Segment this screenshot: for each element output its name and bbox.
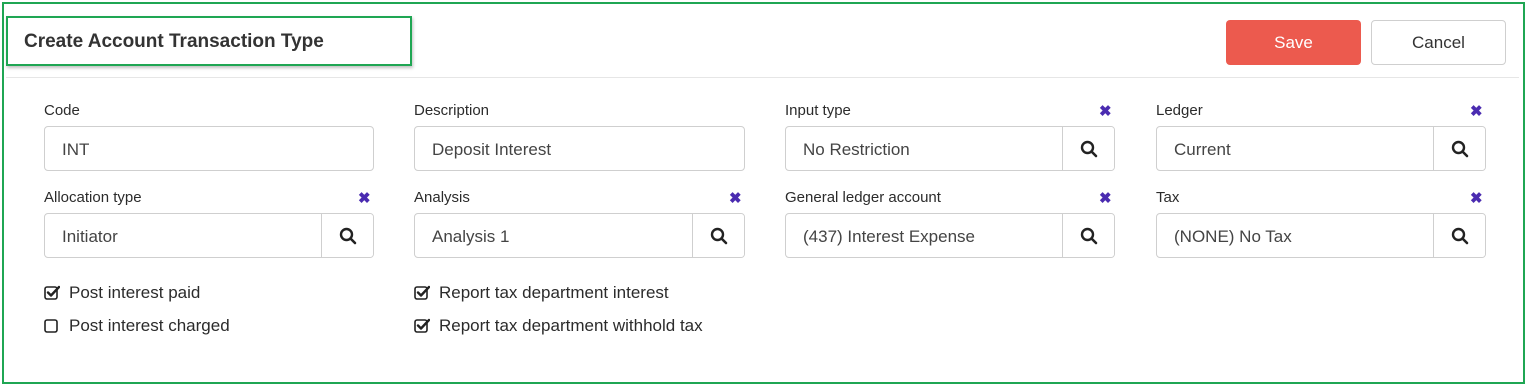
allocation-type-search-button[interactable] (321, 214, 373, 257)
allocation-type-label: Allocation type (44, 189, 142, 206)
code-value: INT (62, 140, 90, 159)
close-x-icon[interactable]: ✖ (1099, 191, 1112, 206)
code-label: Code (44, 102, 80, 119)
general-ledger-account-field[interactable]: (437) Interest Expense (785, 213, 1115, 258)
ledger-label: Ledger (1156, 102, 1203, 119)
post-interest-paid-option: Post interest paid (44, 283, 200, 303)
input-type-label: Input type (785, 102, 851, 119)
close-x-icon[interactable]: ✖ (358, 191, 371, 206)
search-icon (710, 227, 727, 244)
allocation-type-value: Initiator (62, 227, 118, 246)
input-type-value: No Restriction (803, 140, 910, 159)
search-icon (1080, 227, 1097, 244)
tax-search-button[interactable] (1433, 214, 1485, 257)
report-tax-department-withhold-tax-checkbox[interactable] (414, 318, 430, 334)
analysis-label: Analysis (414, 189, 470, 206)
save-button[interactable]: Save (1226, 20, 1361, 65)
search-icon (339, 227, 356, 244)
general-ledger-account-value: (437) Interest Expense (803, 227, 975, 246)
code-field[interactable]: INT (44, 126, 374, 171)
cancel-button[interactable]: Cancel (1371, 20, 1506, 65)
description-value: Deposit Interest (432, 140, 552, 159)
post-interest-paid-label: Post interest paid (69, 283, 201, 302)
analysis-field[interactable]: Analysis 1 (414, 213, 745, 258)
close-x-icon[interactable]: ✖ (1470, 104, 1483, 119)
post-interest-paid-checkbox[interactable] (44, 285, 60, 301)
search-icon (1080, 140, 1097, 157)
description-label: Description (414, 102, 490, 119)
general-ledger-account-search-button[interactable] (1062, 214, 1114, 257)
analysis-search-button[interactable] (692, 214, 744, 257)
checkbox-unchecked-icon (44, 319, 58, 333)
allocation-type-field[interactable]: Initiator (44, 213, 374, 258)
post-interest-charged-checkbox[interactable] (44, 318, 60, 334)
description-field[interactable]: Deposit Interest (414, 126, 745, 171)
tax-label: Tax (1156, 189, 1180, 206)
search-icon (1451, 140, 1468, 157)
checkbox-checked-icon (44, 285, 60, 300)
input-type-field[interactable]: No Restriction (785, 126, 1115, 171)
post-interest-charged-option: Post interest charged (44, 316, 230, 336)
input-type-search-button[interactable] (1062, 127, 1114, 170)
close-x-icon[interactable]: ✖ (1099, 104, 1112, 119)
report-tax-department-withhold-tax-option: Report tax department withhold tax (414, 316, 703, 336)
report-tax-department-withhold-tax-label: Report tax department withhold tax (439, 316, 703, 335)
close-x-icon[interactable]: ✖ (729, 191, 742, 206)
checkbox-checked-icon (414, 318, 430, 333)
report-tax-department-interest-checkbox[interactable] (414, 285, 430, 301)
search-icon (1451, 227, 1468, 244)
close-x-icon[interactable]: ✖ (1470, 191, 1483, 206)
page-title: Create Account Transaction Type (24, 31, 324, 52)
general-ledger-account-label: General ledger account (785, 189, 941, 206)
ledger-field[interactable]: Current (1156, 126, 1486, 171)
report-tax-department-interest-option: Report tax department interest (414, 283, 669, 303)
ledger-search-button[interactable] (1433, 127, 1485, 170)
tax-value: (NONE) No Tax (1174, 227, 1292, 246)
header-divider (6, 77, 1519, 78)
ledger-value: Current (1174, 140, 1231, 159)
tax-field[interactable]: (NONE) No Tax (1156, 213, 1486, 258)
analysis-value: Analysis 1 (432, 227, 510, 246)
checkbox-checked-icon (414, 285, 430, 300)
report-tax-department-interest-label: Report tax department interest (439, 283, 669, 302)
post-interest-charged-label: Post interest charged (69, 316, 230, 335)
